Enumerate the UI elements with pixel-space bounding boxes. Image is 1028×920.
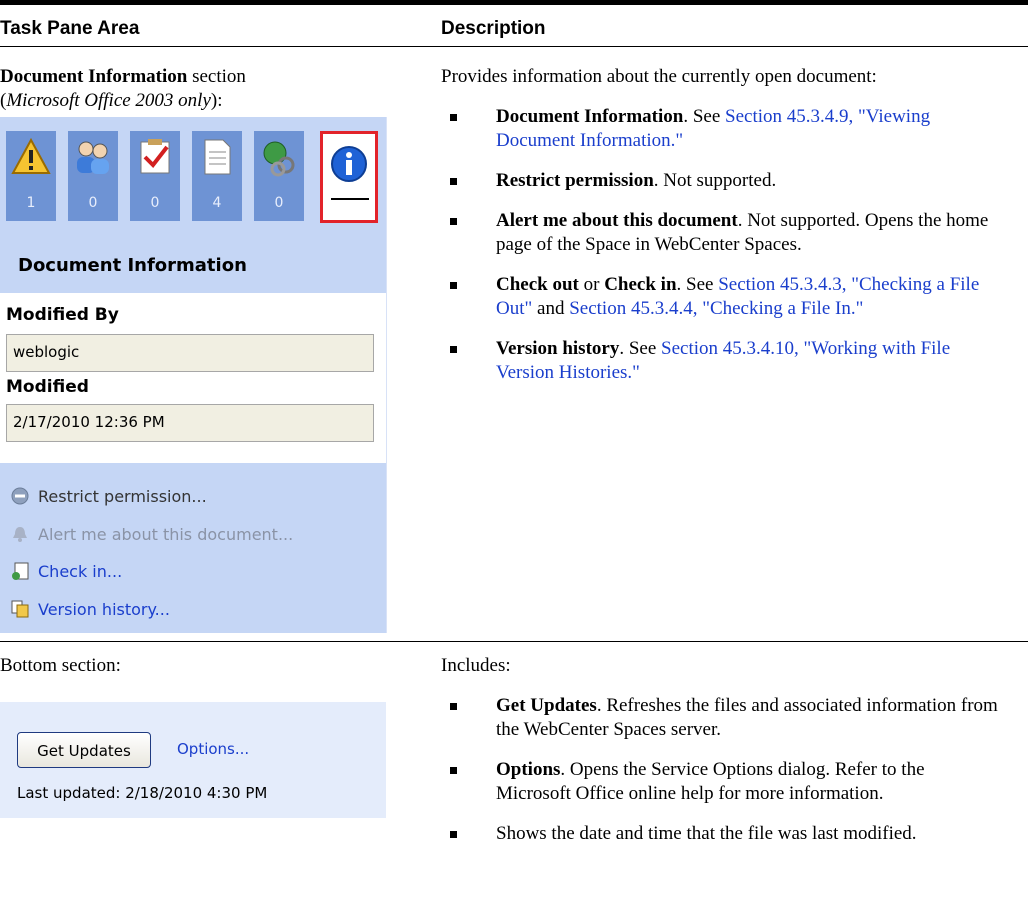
bottom-section-screenshot: Get Updates Options... Last updated: 2/1… — [0, 702, 386, 818]
section-name: Document Information — [0, 66, 188, 87]
alert-bell-icon — [13, 527, 27, 542]
row-divider — [0, 641, 1028, 642]
document-icon — [204, 139, 231, 175]
row1-description: Provides information about the currently… — [441, 65, 1001, 401]
get-updates-button[interactable]: Get Updates — [17, 732, 151, 768]
options-link[interactable]: Options... — [177, 740, 249, 758]
list-item: Get Updates. Refreshes the files and ass… — [441, 694, 1001, 742]
xref-link[interactable]: Section 45.3.4.4, "Checking a File In." — [569, 298, 863, 319]
list-item: Options. Opens the Service Options dialo… — [441, 758, 1001, 806]
row2-bullet-list: Get Updates. Refreshes the files and ass… — [441, 694, 1001, 846]
row2-left-label: Bottom section: — [0, 655, 121, 676]
modified-label: Modified — [6, 377, 89, 397]
task-pane-screenshot: 1 0 0 4 0 Document Information Modified … — [0, 117, 387, 633]
document-information-header: Document Information — [0, 241, 386, 291]
tab-members[interactable]: 0 — [68, 131, 118, 221]
column-header-description: Description — [441, 18, 546, 39]
modified-by-field: weblogic — [6, 334, 374, 372]
tab-links[interactable]: 0 — [254, 131, 304, 221]
header-rule — [0, 46, 1028, 47]
tab-warnings[interactable]: 1 — [6, 131, 56, 221]
modified-by-label: Modified By — [6, 305, 119, 325]
last-updated-text: Last updated: 2/18/2010 4:30 PM — [17, 784, 268, 802]
version-history-icon — [11, 600, 29, 618]
tab-tasks[interactable]: 0 — [130, 131, 180, 221]
info-icon — [331, 146, 367, 182]
row2-description: Includes: Get Updates. Refreshes the fil… — [441, 654, 1001, 862]
table-top-rule — [0, 0, 1028, 5]
check-in-icon — [12, 562, 29, 580]
row1-bullet-list: Document Information. See Section 45.3.4… — [441, 105, 1001, 385]
document-information-fields: Modified By weblogic Modified 2/17/2010 … — [0, 293, 386, 463]
list-item: Document Information. See Section 45.3.4… — [441, 105, 1001, 153]
links-icon — [263, 141, 295, 177]
row2-intro: Includes: — [441, 655, 511, 676]
list-item: Restrict permission. Not supported. — [441, 169, 1001, 193]
tasks-icon — [140, 139, 170, 174]
row1-left-label: Document Information section (Microsoft … — [0, 66, 246, 111]
row1-intro: Provides information about the currently… — [441, 66, 877, 87]
restrict-permission-icon — [11, 487, 29, 505]
tab-document-information[interactable] — [320, 131, 378, 223]
tab-documents[interactable]: 4 — [192, 131, 242, 221]
list-item: Check out or Check in. See Section 45.3.… — [441, 273, 1001, 321]
active-tab-underline — [331, 198, 369, 200]
list-item: Version history. See Section 45.3.4.10, … — [441, 337, 1001, 385]
column-header-task-pane-area: Task Pane Area — [0, 18, 140, 39]
list-item: Alert me about this document. Not suppor… — [441, 209, 1001, 257]
list-item: Shows the date and time that the file wa… — [441, 822, 1001, 846]
members-icon — [77, 141, 109, 174]
modified-date-field: 2/17/2010 12:36 PM — [6, 404, 374, 442]
warning-icon — [11, 137, 51, 174]
office-version-note: Microsoft Office 2003 only — [6, 90, 211, 111]
